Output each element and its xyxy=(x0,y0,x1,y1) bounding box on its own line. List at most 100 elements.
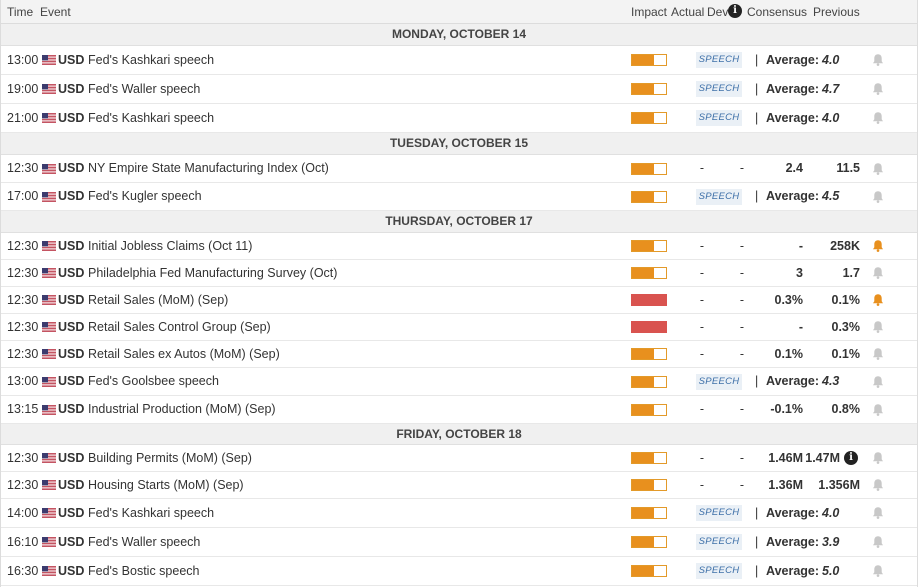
bell-icon[interactable] xyxy=(871,162,885,176)
event-time: 16:10 xyxy=(7,535,39,549)
event-currency: USD xyxy=(58,189,85,203)
event-name[interactable]: NY Empire State Manufacturing Index (Oct… xyxy=(88,161,329,175)
header-time[interactable]: Time xyxy=(7,5,33,19)
consensus-value: 3 xyxy=(796,266,803,280)
deviation-value: - xyxy=(739,266,745,280)
impact-fill xyxy=(632,113,655,123)
impact-indicator xyxy=(631,348,667,360)
event-name[interactable]: Housing Starts (MoM) (Sep) xyxy=(88,478,244,492)
average-value: 4.0 xyxy=(822,53,840,67)
previous-value: 0.8% xyxy=(831,402,861,416)
event-currency: USD xyxy=(58,239,85,253)
event-name[interactable]: Industrial Production (MoM) (Sep) xyxy=(88,402,276,416)
bell-active-icon[interactable] xyxy=(871,293,885,307)
speech-badge: SPEECH xyxy=(696,110,742,126)
bell-icon[interactable] xyxy=(871,347,885,361)
event-row[interactable]: 21:00 USD Fed's Kashkari speech SPEECH | Aver… xyxy=(1,104,917,133)
bell-icon[interactable] xyxy=(871,266,885,280)
bell-icon[interactable] xyxy=(871,564,885,578)
event-row[interactable]: 12:30 USD Housing Starts (MoM) (Sep) - - 1.36… xyxy=(1,472,917,499)
bell-icon[interactable] xyxy=(871,375,885,389)
event-name[interactable]: Fed's Kashkari speech xyxy=(88,111,214,125)
bell-icon[interactable] xyxy=(871,451,885,465)
event-name[interactable]: Fed's Kashkari speech xyxy=(88,506,214,520)
impact-indicator xyxy=(631,321,667,333)
us-flag-icon xyxy=(42,377,56,387)
event-name[interactable]: Retail Sales (MoM) (Sep) xyxy=(88,293,228,307)
header-dev[interactable]: Dev xyxy=(707,5,728,19)
bell-icon[interactable] xyxy=(871,111,885,125)
us-flag-icon xyxy=(42,84,56,94)
event-row[interactable]: 13:00 USD Fed's Goolsbee speech SPEECH | Aver… xyxy=(1,368,917,396)
impact-indicator xyxy=(631,536,667,548)
us-flag-icon xyxy=(42,480,56,490)
event-row[interactable]: 12:30 USD Retail Sales Control Group (Sep)… xyxy=(1,314,917,341)
event-row[interactable]: 12:30 USD Philadelphia Fed Manufacturing S… xyxy=(1,260,917,287)
event-row[interactable]: 12:30 USD NY Empire State Manufacturing In… xyxy=(1,155,917,183)
event-name[interactable]: Fed's Waller speech xyxy=(88,535,200,549)
event-row[interactable]: 12:30 USD Retail Sales ex Autos (MoM) (Sep… xyxy=(1,341,917,368)
us-flag-icon xyxy=(42,537,56,547)
event-name[interactable]: Initial Jobless Claims (Oct 11) xyxy=(88,239,252,253)
event-currency: USD xyxy=(58,451,85,465)
bell-icon[interactable] xyxy=(871,506,885,520)
bell-icon[interactable] xyxy=(871,320,885,334)
dev-info-icon[interactable]: i xyxy=(728,4,742,18)
actual-value: - xyxy=(699,320,705,334)
previous-value: 258K xyxy=(830,239,860,253)
header-impact[interactable]: Impact xyxy=(631,5,667,19)
impact-indicator xyxy=(631,54,667,66)
event-currency: USD xyxy=(58,478,85,492)
impact-fill xyxy=(632,377,655,387)
event-row[interactable]: 12:30 USD Retail Sales (MoM) (Sep) - - 0.3% 0.… xyxy=(1,287,917,314)
event-name[interactable]: Retail Sales Control Group (Sep) xyxy=(88,320,271,334)
header-consensus[interactable]: Consensus xyxy=(747,5,807,19)
event-name[interactable]: Fed's Goolsbee speech xyxy=(88,374,219,388)
previous-value: 11.5 xyxy=(836,161,860,175)
event-row[interactable]: 13:00 USD Fed's Kashkari speech SPEECH | Aver… xyxy=(1,46,917,75)
event-name[interactable]: Fed's Bostic speech xyxy=(88,564,199,578)
impact-fill xyxy=(632,192,655,202)
impact-indicator xyxy=(631,191,667,203)
consensus-value: 1.36M xyxy=(768,478,803,492)
deviation-value: - xyxy=(739,451,745,465)
event-row[interactable]: 12:30 USD Building Permits (MoM) (Sep) - - 1.… xyxy=(1,445,917,472)
bell-icon[interactable] xyxy=(871,403,885,417)
header-event[interactable]: Event xyxy=(40,5,71,19)
impact-fill xyxy=(632,55,655,65)
bell-active-icon[interactable] xyxy=(871,239,885,253)
us-flag-icon xyxy=(42,295,56,305)
bell-icon[interactable] xyxy=(871,190,885,204)
event-name[interactable]: Fed's Waller speech xyxy=(88,82,200,96)
day-header: THURSDAY, OCTOBER 17 xyxy=(1,211,917,233)
revision-info-icon[interactable]: i xyxy=(844,451,858,465)
bell-icon[interactable] xyxy=(871,53,885,67)
event-row[interactable]: 14:00 USD Fed's Kashkari speech SPEECH | Aver… xyxy=(1,499,917,528)
header-actual[interactable]: Actual xyxy=(671,5,704,19)
event-name[interactable]: Fed's Kashkari speech xyxy=(88,53,214,67)
event-name[interactable]: Fed's Kugler speech xyxy=(88,189,202,203)
event-row[interactable]: 16:10 USD Fed's Waller speech SPEECH | Averag… xyxy=(1,528,917,557)
bell-icon[interactable] xyxy=(871,478,885,492)
calendar-body: MONDAY, OCTOBER 14 13:00 USD Fed's Kashkari… xyxy=(1,24,917,586)
event-row[interactable]: 19:00 USD Fed's Waller speech SPEECH | Averag… xyxy=(1,75,917,104)
event-currency: USD xyxy=(58,402,85,416)
event-row[interactable]: 16:30 USD Fed's Bostic speech SPEECH | Averag… xyxy=(1,557,917,586)
event-row[interactable]: 17:00 USD Fed's Kugler speech SPEECH | Averag… xyxy=(1,183,917,211)
event-currency: USD xyxy=(58,266,85,280)
bell-icon[interactable] xyxy=(871,535,885,549)
event-name[interactable]: Building Permits (MoM) (Sep) xyxy=(88,451,252,465)
average-value: 4.7 xyxy=(822,82,840,96)
event-name[interactable]: Philadelphia Fed Manufacturing Survey (O… xyxy=(88,266,337,280)
header-previous[interactable]: Previous xyxy=(813,5,860,19)
event-row[interactable]: 12:30 USD Initial Jobless Claims (Oct 11) -… xyxy=(1,233,917,260)
impact-indicator xyxy=(631,452,667,464)
event-name[interactable]: Retail Sales ex Autos (MoM) (Sep) xyxy=(88,347,280,361)
bell-icon[interactable] xyxy=(871,82,885,96)
event-time: 17:00 xyxy=(7,189,39,203)
impact-fill xyxy=(632,322,666,332)
actual-value: - xyxy=(699,239,705,253)
event-time: 19:00 xyxy=(7,82,39,96)
event-row[interactable]: 13:15 USD Industrial Production (MoM) (Sep… xyxy=(1,396,917,424)
event-time: 14:00 xyxy=(7,506,39,520)
